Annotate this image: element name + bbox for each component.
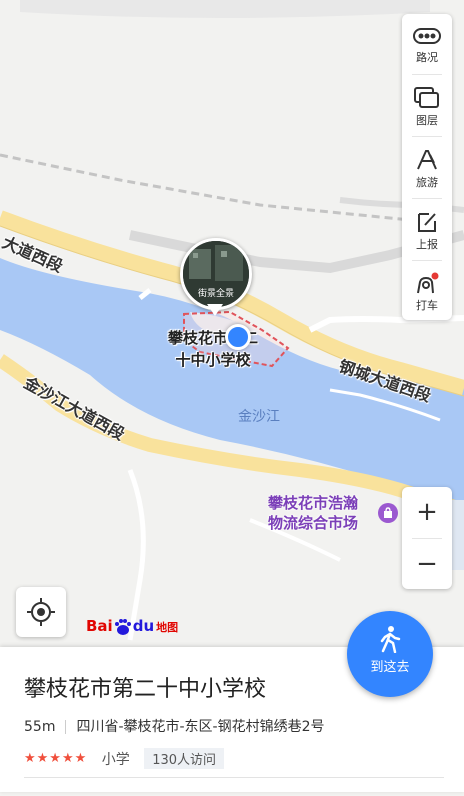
street-view-pin[interactable]: 街景全景	[180, 238, 252, 310]
baidu-paw-icon	[114, 618, 131, 635]
locate-button[interactable]	[16, 587, 66, 637]
place-info-line: 55m 四川省-攀枝花市-东区-钢花村锦绣巷2号	[24, 716, 325, 736]
navigate-here-button[interactable]: 到这去	[347, 611, 433, 697]
map-toolbar: 路况 图层 旅游 上报 打车	[402, 14, 452, 320]
rating-stars: ★★★★★	[24, 751, 88, 766]
traffic-label: 路况	[416, 51, 438, 64]
shopping-bag-icon[interactable]	[378, 503, 398, 523]
travel-label: 旅游	[416, 176, 438, 189]
travel-button[interactable]: 旅游	[402, 137, 452, 197]
info-divider	[65, 720, 67, 734]
place-address: 四川省-攀枝花市-东区-钢花村锦绣巷2号	[76, 719, 325, 735]
place-name: 攀枝花市第二十中小学校	[24, 677, 267, 702]
river-label: 金沙江	[238, 409, 280, 425]
traffic-button[interactable]: 路况	[402, 14, 452, 74]
logo-du: du	[132, 617, 155, 635]
layers-button[interactable]: 图层	[402, 75, 452, 135]
market-map-label[interactable]: 攀枝花市浩瀚 物流综合市场	[268, 493, 358, 533]
market-map-label-line1: 攀枝花市浩瀚	[268, 494, 359, 512]
travel-icon	[417, 150, 437, 170]
locate-crosshair-icon	[27, 598, 55, 626]
place-meta-line: ★★★★★ 小学 130人访问	[24, 748, 225, 769]
pin-tip	[207, 304, 223, 316]
taxi-button[interactable]: 打车	[402, 260, 452, 320]
walking-person-icon	[380, 626, 401, 653]
panel-divider	[24, 777, 444, 778]
report-icon	[418, 213, 436, 232]
zoom-out-button[interactable]: −	[402, 539, 452, 589]
school-map-label-line1: 攀枝花市第二	[167, 329, 258, 347]
visits-badge: 130人访问	[144, 748, 225, 769]
market-map-label-line2: 物流综合市场	[268, 514, 359, 532]
zoom-control: + −	[402, 487, 452, 589]
layers-label: 图层	[416, 114, 438, 127]
logo-map-word: 地图	[156, 621, 179, 634]
school-map-label-line2: 十中小学校	[175, 351, 251, 369]
place-category: 小学	[101, 751, 130, 768]
school-map-label[interactable]: 攀枝花市第二 十中小学校	[158, 327, 268, 371]
baidu-logo: Bai du 地图	[86, 617, 178, 636]
layers-icon	[414, 87, 439, 108]
logo-bai: Bai	[86, 617, 113, 635]
place-distance: 55m	[24, 719, 56, 735]
street-view-caption: 街景全景	[197, 289, 234, 299]
traffic-icon	[413, 28, 441, 44]
current-location-dot	[225, 324, 251, 350]
zoom-in-button[interactable]: +	[402, 487, 452, 537]
report-label: 上报	[416, 238, 438, 251]
taxi-icon	[417, 272, 439, 294]
taxi-label: 打车	[416, 299, 438, 312]
report-button[interactable]: 上报	[402, 199, 452, 259]
navigate-here-label: 到这去	[370, 660, 410, 675]
